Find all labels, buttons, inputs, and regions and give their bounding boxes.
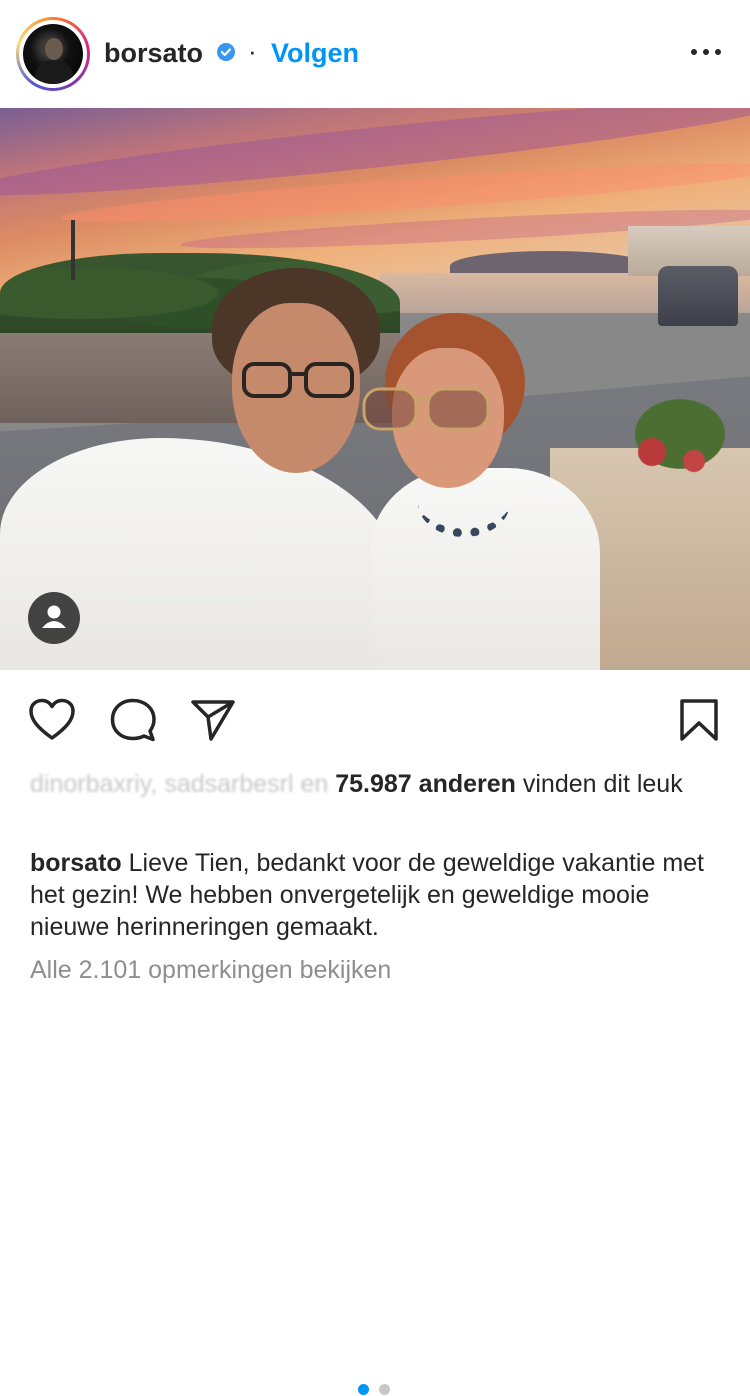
user-tag-icon[interactable]: [28, 592, 80, 644]
pager-dot-active: [358, 1384, 369, 1395]
caption-username[interactable]: borsato: [30, 849, 122, 877]
share-icon[interactable]: [190, 698, 236, 742]
follow-button[interactable]: Volgen: [271, 38, 359, 69]
likes-count[interactable]: 75.987 anderen: [335, 770, 516, 798]
pager-dot: [379, 1384, 390, 1395]
carousel-pager: [358, 1384, 398, 1396]
story-avatar[interactable]: [16, 17, 90, 91]
username-link[interactable]: borsato: [104, 38, 203, 69]
verified-badge-icon: [217, 43, 235, 61]
heart-icon[interactable]: [28, 698, 76, 742]
post-photo[interactable]: [0, 108, 750, 670]
comment-icon[interactable]: [110, 698, 156, 742]
more-options-icon[interactable]: [688, 40, 724, 64]
separator-dot: ·: [248, 36, 257, 66]
action-bar: [0, 670, 750, 1395]
avatar: [23, 24, 83, 84]
liked-by-names: dinorbaxriy, sadsarbesrl en: [30, 770, 329, 798]
post-caption: borsato Lieve Tien, bedankt voor de gewe…: [30, 847, 730, 943]
bookmark-icon[interactable]: [679, 698, 719, 742]
likes-suffix: vinden dit leuk: [522, 770, 683, 798]
view-comments-link[interactable]: Alle 2.101 opmerkingen bekijken: [30, 956, 391, 985]
caption-text: Lieve Tien, bedankt voor de geweldige va…: [30, 849, 705, 941]
likes-summary[interactable]: dinorbaxriy, sadsarbesrl en 75.987 ander…: [30, 768, 720, 800]
post-header: borsato · Volgen: [0, 0, 750, 108]
